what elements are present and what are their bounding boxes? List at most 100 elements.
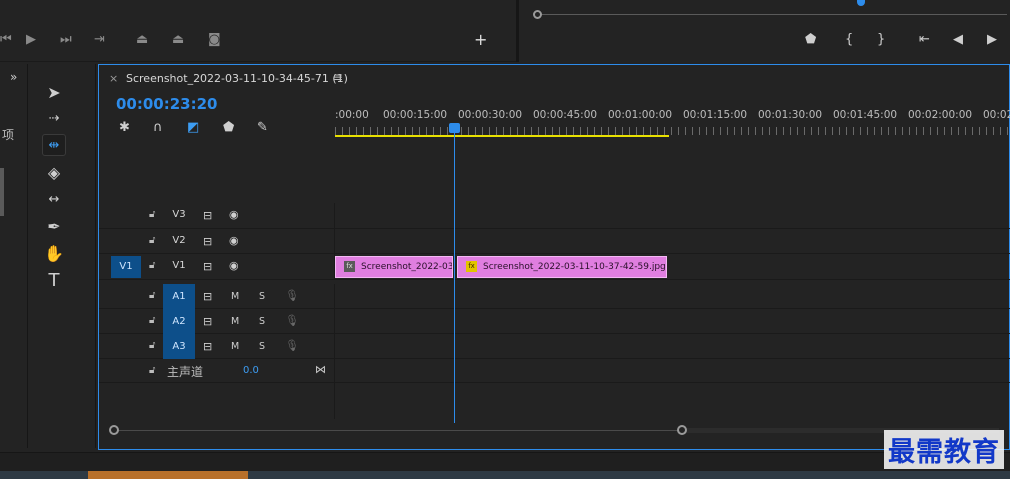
step-back-icon[interactable]: ⏮ (0, 32, 12, 48)
hand-tool-icon[interactable]: ✋ (42, 243, 66, 265)
solo-button[interactable]: S (259, 316, 265, 327)
source-patch-v1[interactable]: V1 (111, 256, 141, 278)
mute-button[interactable]: M (231, 291, 239, 302)
lock-icon[interactable]: 🔓︎ (149, 235, 155, 246)
scroll-end-handle[interactable] (677, 425, 687, 435)
watermark: 最需教育 (884, 430, 1004, 469)
go-to-out-icon[interactable]: ⇥ (94, 32, 105, 48)
ruler-label: 00:00:30:00 (458, 109, 523, 121)
work-area-bar[interactable] (335, 135, 669, 137)
lock-icon[interactable]: 🔓︎ (149, 340, 155, 351)
camera-icon[interactable]: ◙ (208, 32, 221, 48)
track-target-a3[interactable]: A3 (163, 334, 195, 359)
slip-tool-icon[interactable]: ↔ (42, 189, 66, 211)
scrub-bar[interactable] (537, 14, 1007, 15)
selection-tool-icon[interactable]: ➤ (42, 82, 66, 104)
track-a3[interactable]: 🔓︎ A3 ⊟ M S 🎙︎ (99, 334, 1010, 359)
track-v1[interactable]: V1 🔓︎ V1 ⊟ ◉ fx Screenshot_2022-03- fx Scr… (99, 254, 1010, 280)
panel-expand-icon[interactable]: » (10, 70, 17, 84)
mark-out-icon[interactable]: } (877, 32, 885, 48)
sequence-tab[interactable]: × Screenshot_2022-03-11-10-34-45-71 (1) … (99, 65, 1010, 91)
mute-button[interactable]: M (231, 341, 239, 352)
sync-lock-icon[interactable]: ⊟ (203, 209, 212, 222)
left-panel-label: 项 (2, 128, 15, 142)
mute-button[interactable]: M (231, 316, 239, 327)
type-tool-icon[interactable]: T (42, 270, 66, 292)
marker-icon[interactable]: ⬟ (805, 32, 816, 48)
master-volume-value[interactable]: 0.0 (243, 365, 259, 376)
sync-lock-icon[interactable]: ⊟ (203, 340, 212, 353)
solo-button[interactable]: S (259, 291, 265, 302)
scrub-knob[interactable] (533, 10, 542, 19)
microphone-icon[interactable]: 🎙︎ (285, 339, 299, 352)
ruler-label: 00:01:30:00 (758, 109, 823, 121)
go-to-end-icon[interactable]: ⋈ (315, 363, 326, 376)
sync-lock-icon[interactable]: ⊟ (203, 260, 212, 273)
step-back-frame-icon[interactable]: ◀ (953, 32, 963, 48)
nest-icon[interactable]: ✱ (119, 120, 130, 135)
go-to-in-icon[interactable]: ⇤ (919, 32, 930, 48)
track-a1[interactable]: 🔓︎ A1 ⊟ M S 🎙︎ (99, 284, 1010, 309)
video-clip[interactable]: fx Screenshot_2022-03- (335, 256, 453, 278)
snap-magnet-icon[interactable]: ∩ (153, 120, 163, 135)
lock-icon[interactable]: 🔓︎ (149, 290, 155, 301)
step-forward-icon[interactable]: ⏭ (60, 32, 72, 48)
track-a2[interactable]: 🔓︎ A2 ⊟ M S 🎙︎ (99, 309, 1010, 334)
play-source-icon[interactable]: ▶ (987, 32, 997, 48)
ripple-edit-tool-icon[interactable]: ⇹ (42, 134, 66, 156)
ruler-label: 00:00:15:00 (383, 109, 448, 121)
solo-button[interactable]: S (259, 341, 265, 352)
video-clip[interactable]: fx Screenshot_2022-03-11-10-37-42-59.jpg … (457, 256, 667, 278)
track-v2[interactable]: 🔓︎ V2 ⊟ ◉ (99, 229, 1010, 254)
hamburger-menu-icon[interactable]: ≡ (333, 70, 343, 84)
track-header: 🔓︎ V2 ⊟ ◉ (99, 229, 335, 253)
ruler-label: :00:00 (335, 109, 369, 121)
track-target-v3[interactable]: V3 (163, 209, 195, 220)
source-playhead[interactable] (857, 0, 865, 6)
track-target-v1[interactable]: V1 (163, 260, 195, 271)
track-v3[interactable]: 🔓︎ V3 ⊟ ◉ (99, 203, 1010, 229)
linked-selection-icon[interactable]: ◩ (187, 120, 199, 135)
sequence-title: Screenshot_2022-03-11-10-34-45-71 (1) (126, 72, 348, 85)
play-icon[interactable]: ▶ (26, 32, 36, 48)
track-target-a2[interactable]: A2 (163, 309, 195, 334)
source-monitor-panel: ⬟ { } ⇤ ◀ ▶ (519, 0, 1010, 62)
lock-icon[interactable]: 🔓︎ (149, 260, 155, 271)
lock-icon[interactable]: 🔓︎ (149, 365, 155, 376)
ruler-label: 00:00:45:00 (533, 109, 598, 121)
project-panel-edge: » 项 (0, 64, 28, 448)
timecode-display[interactable]: 00:00:23:20 (116, 95, 218, 113)
sync-lock-icon[interactable]: ⊟ (203, 290, 212, 303)
sync-lock-icon[interactable]: ⊟ (203, 315, 212, 328)
track-header: V1 🔓︎ V1 ⊟ ◉ (99, 254, 335, 279)
fx-badge-icon: fx (344, 261, 355, 272)
microphone-icon[interactable]: 🎙︎ (285, 314, 299, 327)
track-target-v2[interactable]: V2 (163, 235, 195, 246)
scroll-start-handle[interactable] (109, 425, 119, 435)
lock-icon[interactable]: 🔓︎ (149, 315, 155, 326)
track-select-tool-icon[interactable]: ⇢ (42, 108, 66, 130)
eye-icon[interactable]: ◉ (229, 234, 239, 247)
track-target-a1[interactable]: A1 (163, 284, 195, 309)
eye-icon[interactable]: ◉ (229, 259, 239, 272)
lock-icon[interactable]: 🔓︎ (149, 209, 155, 220)
ruler-label: 00:02:00:00 (908, 109, 973, 121)
mark-in-icon[interactable]: { (845, 32, 853, 48)
track-master[interactable]: 🔓︎ 主声道 0.0 ⋈ (99, 359, 1010, 383)
sync-lock-icon[interactable]: ⊟ (203, 235, 212, 248)
playhead[interactable] (449, 123, 460, 133)
wrench-icon[interactable]: ✎ (257, 120, 268, 135)
close-icon[interactable]: × (109, 72, 118, 85)
extract-icon[interactable]: ⏏ (172, 32, 184, 48)
microphone-icon[interactable]: 🎙︎ (285, 289, 299, 302)
time-ruler[interactable]: :00:00 00:00:15:00 00:00:30:00 00:00:45:… (335, 105, 1010, 139)
horizontal-zoom-scrollbar[interactable] (109, 423, 999, 437)
razor-tool-icon[interactable]: ◈ (42, 162, 66, 184)
lift-icon[interactable]: ⏏ (136, 32, 148, 48)
eye-icon[interactable]: ◉ (229, 208, 239, 221)
add-button-icon[interactable]: + (474, 32, 487, 48)
pen-tool-icon[interactable]: ✒ (42, 216, 66, 238)
tools-panel: ➤ ⇢ ⇹ ◈ ↔ ✒ ✋ T (30, 64, 96, 448)
track-header: 🔓︎ A2 ⊟ M S 🎙︎ (99, 309, 335, 334)
add-marker-icon[interactable]: ⬟ (223, 120, 234, 135)
